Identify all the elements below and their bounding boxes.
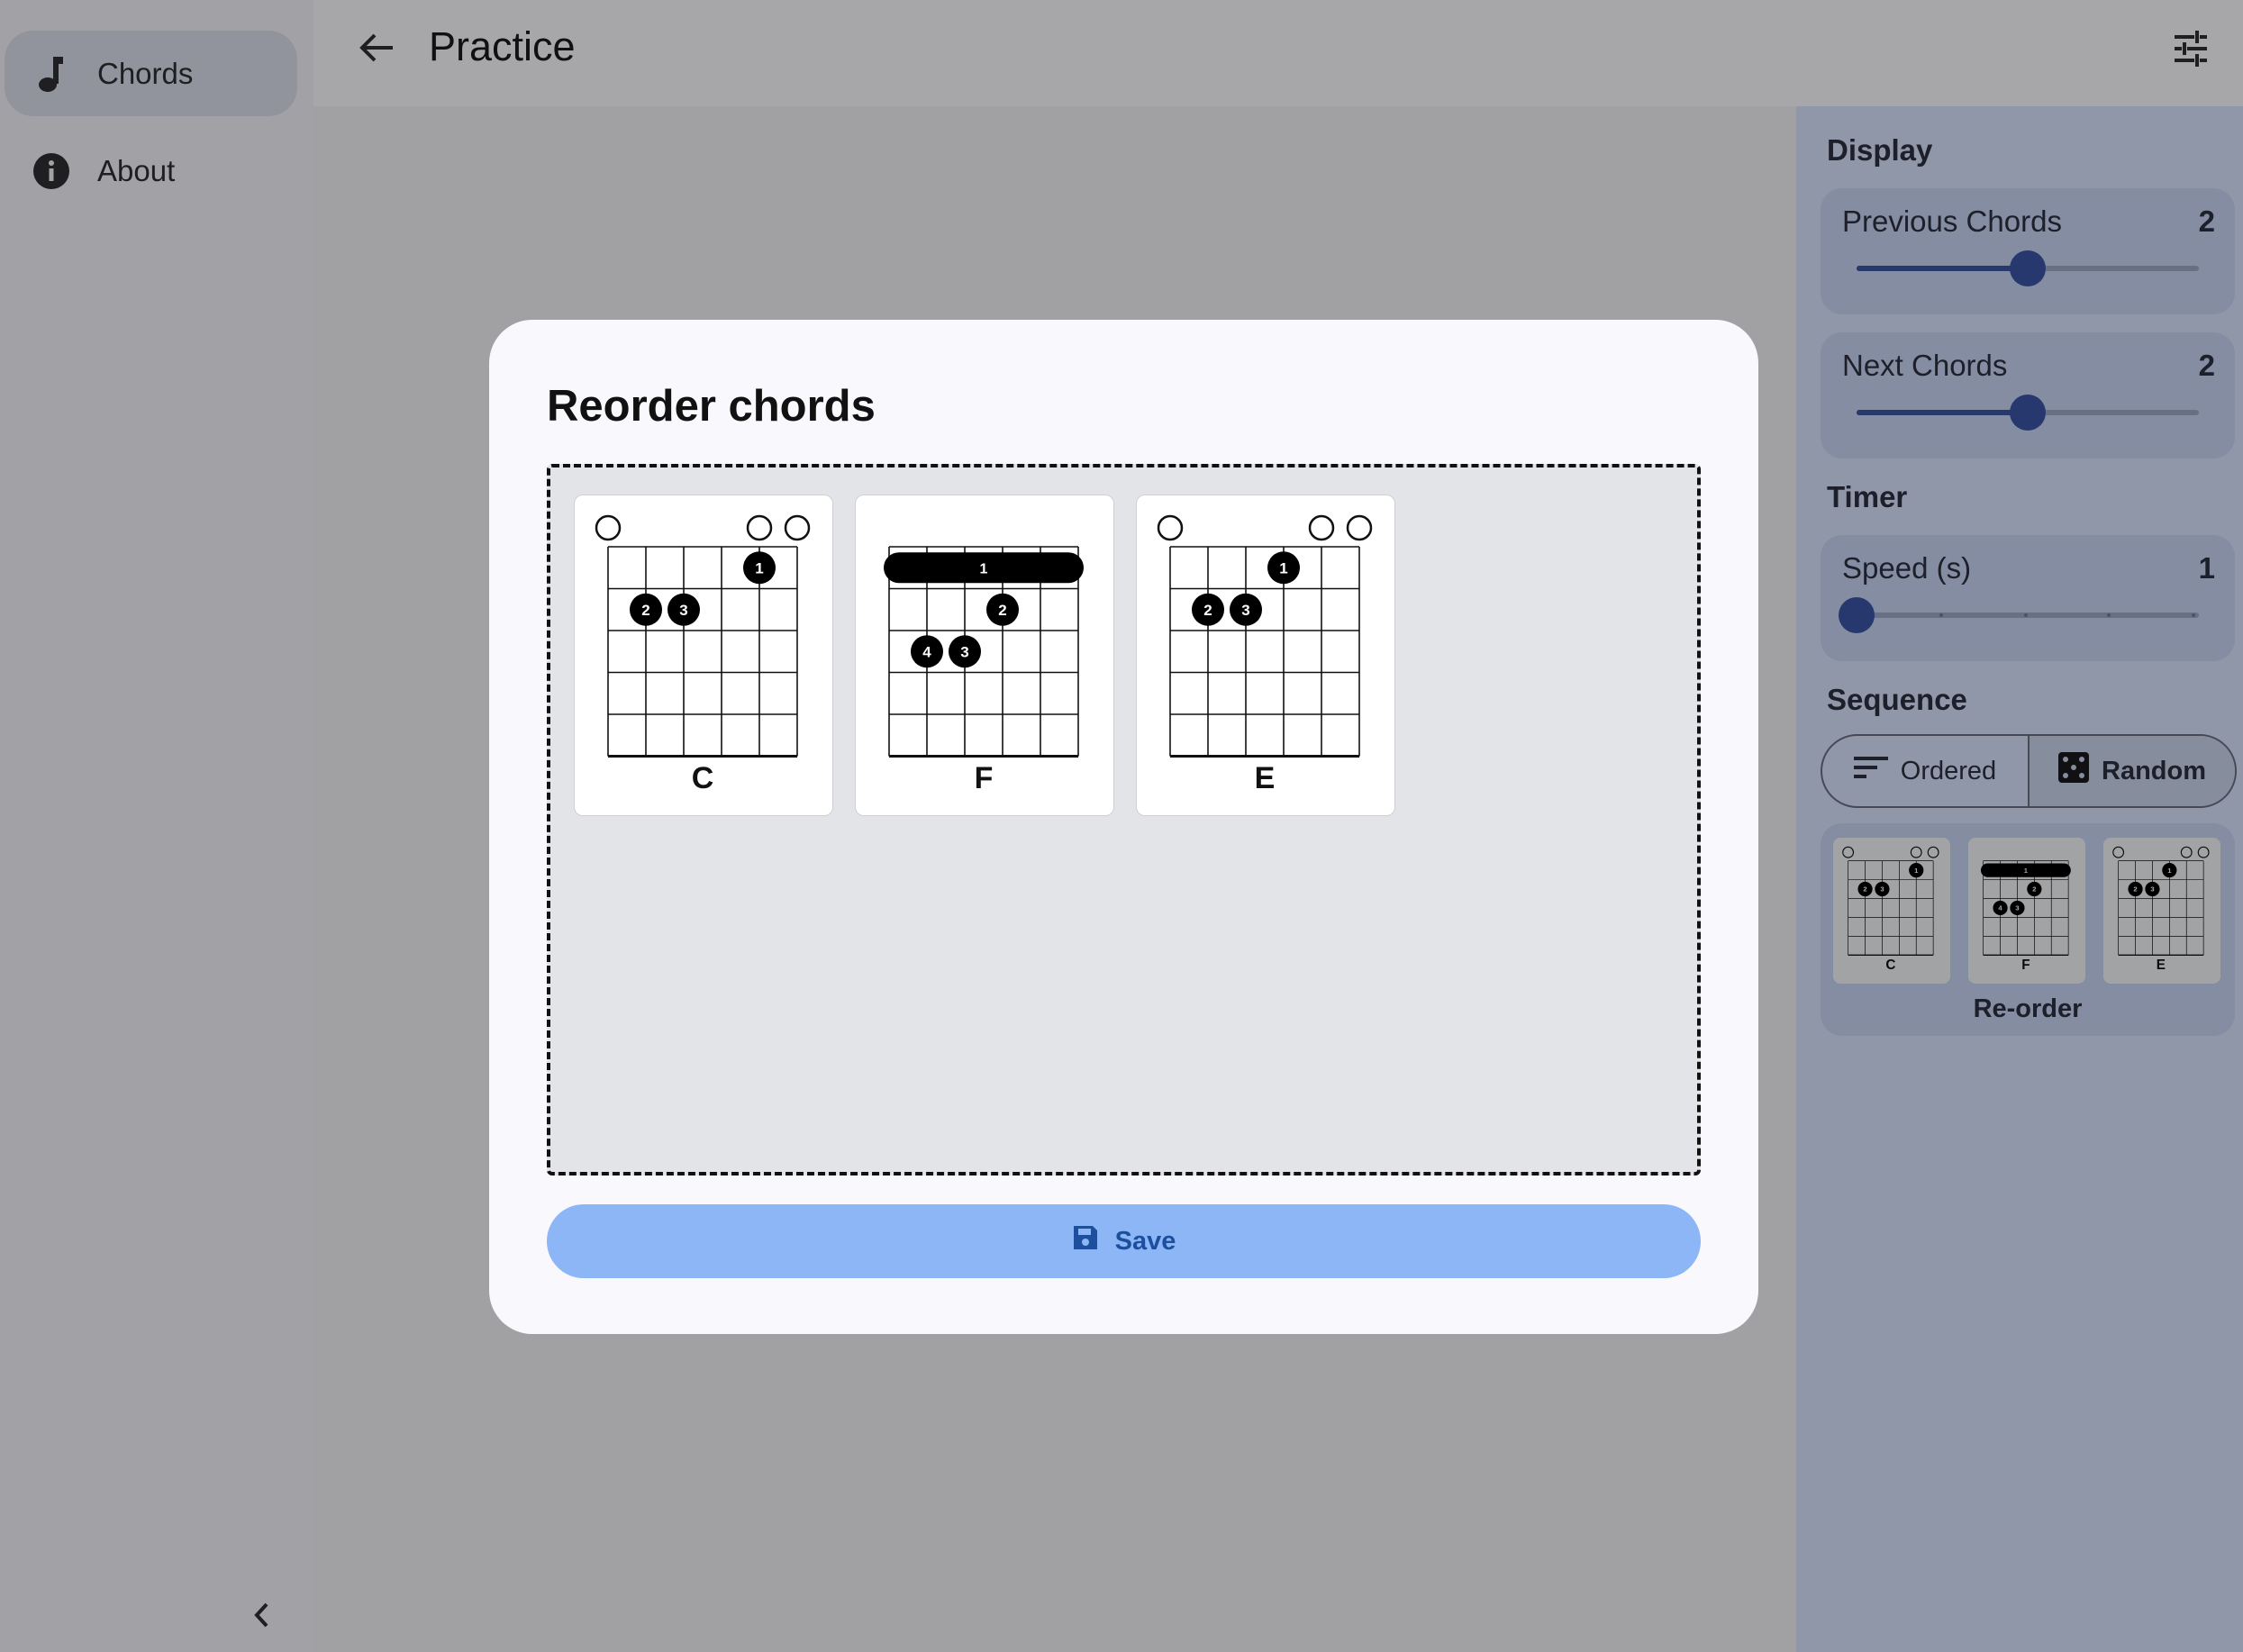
chord-diagram: 1 2 4 3 F (884, 546, 1084, 795)
finger-number: 2 (1203, 602, 1212, 619)
open-string-marker (746, 514, 773, 541)
reorder-chords-dialog: Reorder chords 1 2 3 C 1 2 4 3 F 1 2 3 E Save (489, 320, 1758, 1334)
save-label: Save (1114, 1226, 1176, 1256)
chord-name: E (1255, 761, 1276, 795)
finger-number: 2 (998, 602, 1006, 619)
open-string-marker (595, 514, 622, 541)
open-string-marker (1308, 514, 1335, 541)
save-button[interactable]: Save (547, 1204, 1701, 1278)
finger-number: 3 (960, 643, 968, 660)
open-string-marker (784, 514, 811, 541)
chord-name: F (975, 761, 994, 795)
finger-number: 3 (679, 602, 687, 619)
chord-drop-zone[interactable]: 1 2 3 C 1 2 4 3 F 1 2 3 E (547, 464, 1701, 1175)
open-string-marker (1346, 514, 1373, 541)
chord-card-f[interactable]: 1 2 4 3 F (855, 495, 1114, 816)
finger-number: 2 (641, 602, 649, 619)
open-string-marker (1157, 514, 1184, 541)
chord-card-c[interactable]: 1 2 3 C (574, 495, 833, 816)
save-icon (1072, 1224, 1099, 1258)
chord-name: C (692, 761, 714, 795)
finger-number: 3 (1241, 602, 1249, 619)
chord-diagram: 1 2 3 C (595, 514, 811, 795)
dialog-title: Reorder chords (547, 382, 876, 431)
chord-card-e[interactable]: 1 2 3 E (1136, 495, 1395, 816)
finger-number: 1 (755, 559, 763, 576)
finger-number: 1 (980, 561, 988, 576)
finger-number: 1 (1279, 559, 1287, 576)
chord-diagram: 1 2 3 E (1157, 514, 1373, 795)
finger-number: 4 (922, 643, 931, 660)
